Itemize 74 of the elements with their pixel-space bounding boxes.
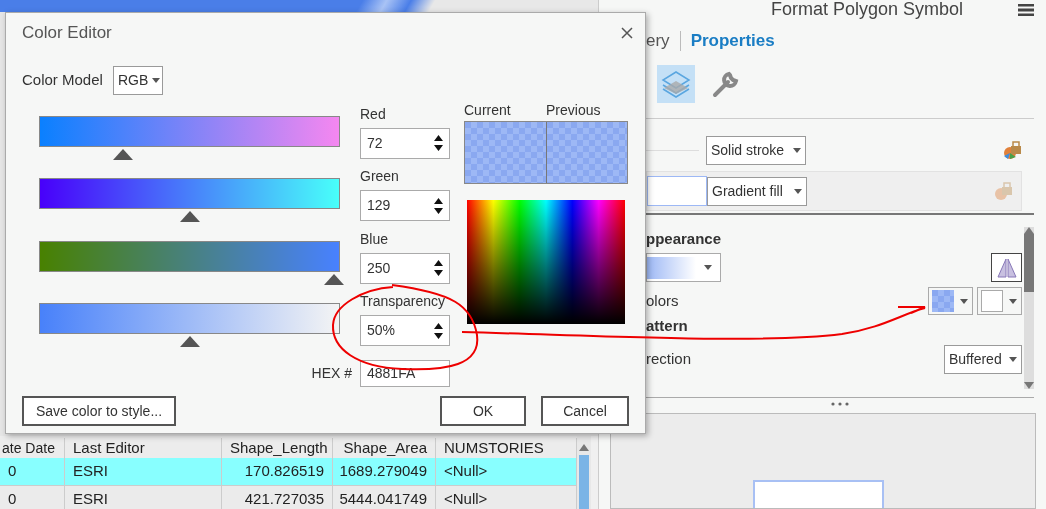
number-field[interactable]: 72 — [360, 127, 450, 159]
table-cell: 0 — [0, 486, 65, 509]
caret-icon — [793, 147, 801, 153]
field-label: Current — [464, 101, 512, 120]
dialog-title: Color Editor — [22, 22, 112, 45]
table-cell: 170.826519 — [222, 458, 333, 485]
number-field[interactable]: 50% — [360, 315, 450, 346]
dropdown[interactable]: RGB — [112, 65, 163, 95]
gradient-slider[interactable] — [39, 178, 340, 224]
wrench-icon — [711, 69, 741, 99]
scroll-down-icon[interactable] — [1024, 382, 1034, 389]
mirror-button[interactable] — [991, 253, 1022, 282]
slider-thumb[interactable] — [179, 211, 200, 222]
palette-lock-icon — [993, 181, 1013, 201]
table-cell: 1689.279049 — [333, 458, 436, 485]
table-cell: ESRI — [65, 486, 222, 509]
dropdown[interactable]: Buffered — [944, 345, 1022, 374]
ok-button[interactable]: OK — [440, 396, 526, 426]
field-label: Color Model — [22, 69, 103, 90]
pane-title: Format Polygon Symbol — [770, 0, 964, 18]
palette-lock-icon[interactable] — [1002, 140, 1022, 160]
spin-arrows-icon — [434, 259, 443, 277]
fill-swatch[interactable] — [647, 176, 707, 206]
caret-icon — [794, 188, 802, 194]
menu-icon[interactable] — [1018, 4, 1034, 16]
layers-tab[interactable] — [657, 65, 695, 103]
table-cell: 5444.041749 — [333, 486, 436, 509]
field-label: Blue — [360, 229, 390, 249]
scroll-up-icon[interactable] — [579, 444, 589, 451]
color-spectrum[interactable] — [467, 200, 625, 324]
scrollbar[interactable] — [577, 436, 591, 509]
dropdown[interactable]: Solid stroke — [706, 135, 806, 165]
pane-tab[interactable]: Properties — [690, 28, 775, 54]
table-cell: 421.727035 — [222, 486, 333, 509]
spin-arrows-icon — [434, 134, 443, 152]
spin-arrows-icon — [434, 321, 443, 340]
section-title: ppearance — [646, 229, 723, 249]
field-label: HEX # — [311, 364, 352, 383]
save-color-button[interactable]: Save color to style... — [22, 396, 177, 426]
splitter-handle-icon[interactable] — [831, 401, 849, 406]
spin-arrows-icon — [434, 196, 443, 215]
table-cell: ESRI — [65, 458, 222, 485]
layers-icon — [661, 69, 691, 99]
caret-icon — [960, 298, 968, 304]
field-label: Red — [360, 104, 387, 124]
table-cell: 0 — [0, 458, 65, 485]
field-label: Green — [360, 167, 400, 186]
field-label: olors — [646, 290, 680, 311]
gradient-dropdown[interactable] — [646, 253, 721, 282]
caret-icon — [1009, 357, 1017, 362]
scroll-thumb[interactable] — [579, 455, 589, 509]
gradient-slider[interactable] — [39, 115, 340, 162]
caret-icon — [1009, 298, 1017, 304]
pane-tab[interactable]: ery — [646, 28, 670, 54]
number-field[interactable]: 129 — [360, 190, 450, 221]
section-title: attern — [646, 317, 689, 335]
color-dropdown[interactable] — [928, 287, 973, 315]
dropdown[interactable]: Gradient fill — [707, 176, 807, 206]
close-icon[interactable] — [621, 27, 633, 39]
field-label: rection — [646, 349, 693, 370]
cancel-button[interactable]: Cancel — [541, 396, 629, 426]
table-row[interactable]: 0 ESRI 421.727035 5444.041749 <Null> — [0, 486, 577, 509]
caret-icon — [704, 265, 712, 270]
slider-thumb[interactable] — [179, 336, 200, 347]
number-field[interactable]: 250 — [360, 252, 450, 284]
color-swatch — [932, 290, 954, 312]
gradient-slider[interactable] — [39, 303, 340, 349]
mirror-icon — [995, 256, 1018, 279]
table-row[interactable]: 0 ESRI 170.826519 1689.279049 <Null> — [0, 458, 577, 486]
color-dropdown[interactable] — [977, 287, 1022, 315]
caret-icon — [152, 77, 161, 83]
field-label: Transparency — [360, 292, 447, 311]
field-label: Previous — [546, 101, 601, 120]
scrollbar[interactable] — [1024, 227, 1034, 389]
